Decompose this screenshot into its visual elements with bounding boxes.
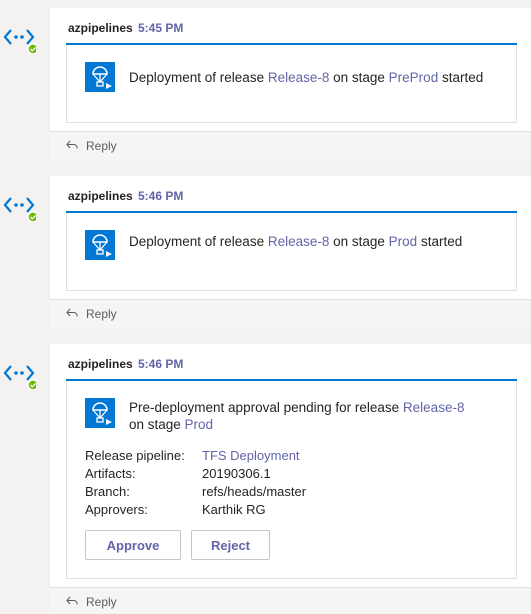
release-link[interactable]: Release-8: [268, 70, 330, 85]
release-pipeline-link[interactable]: TFS Deployment: [202, 448, 300, 463]
card-title: Pre-deployment approval pending for rele…: [129, 400, 465, 432]
adaptive-card: Deployment of release Release-8 on stage…: [66, 45, 517, 123]
card-title: Deployment of release Release-8 on stage…: [129, 234, 463, 249]
release-link[interactable]: Release-8: [403, 400, 465, 415]
reply-label: Reply: [86, 139, 117, 153]
sender-name: azpipelines: [68, 189, 133, 203]
message-card: azpipelines 5:46 PM Deployment of releas…: [50, 176, 531, 299]
adaptive-card: Deployment of release Release-8 on stage…: [66, 213, 517, 291]
azure-pipelines-avatar-icon[interactable]: [2, 356, 36, 390]
fact-key: Branch:: [85, 484, 130, 499]
fact-key: Approvers:: [85, 502, 148, 517]
release-rocket-icon: [85, 62, 115, 92]
reply-button[interactable]: Reply: [50, 587, 531, 614]
reply-arrow-icon: [66, 308, 78, 317]
sender-name: azpipelines: [68, 21, 133, 35]
stage-link[interactable]: PreProd: [389, 70, 439, 85]
fact-value: refs/heads/master: [202, 484, 307, 499]
fact-key: Artifacts:: [85, 466, 136, 481]
release-rocket-icon: [85, 398, 115, 428]
release-link[interactable]: Release-8: [268, 234, 330, 249]
stage-link[interactable]: Prod: [185, 417, 214, 432]
stage-link[interactable]: Prod: [389, 234, 418, 249]
timestamp: 5:46 PM: [138, 357, 184, 371]
message-card: azpipelines 5:46 PM Pre-deployment appro…: [50, 344, 531, 587]
card-title: Deployment of release Release-8 on stage…: [129, 70, 484, 85]
adaptive-card: Pre-deployment approval pending for rele…: [66, 381, 517, 579]
reply-arrow-icon: [66, 596, 78, 605]
reply-arrow-icon: [66, 140, 78, 149]
fact-value: Karthik RG: [202, 502, 266, 517]
release-rocket-icon: [85, 230, 115, 260]
fact-key: Release pipeline:: [85, 448, 185, 463]
fact-value: 20190306.1: [202, 466, 271, 481]
timestamp: 5:45 PM: [138, 21, 184, 35]
sender-name: azpipelines: [68, 357, 133, 371]
azure-pipelines-avatar-icon[interactable]: [2, 20, 36, 54]
reply-label: Reply: [86, 307, 117, 321]
reply-button[interactable]: Reply: [50, 299, 531, 328]
approve-button[interactable]: Approve: [85, 530, 181, 560]
azure-pipelines-avatar-icon[interactable]: [2, 188, 36, 222]
reply-label: Reply: [86, 595, 117, 609]
timestamp: 5:46 PM: [138, 189, 184, 203]
reply-button[interactable]: Reply: [50, 131, 531, 160]
reject-button[interactable]: Reject: [191, 530, 270, 560]
message-card: azpipelines 5:45 PM Deployment of releas…: [50, 8, 531, 131]
